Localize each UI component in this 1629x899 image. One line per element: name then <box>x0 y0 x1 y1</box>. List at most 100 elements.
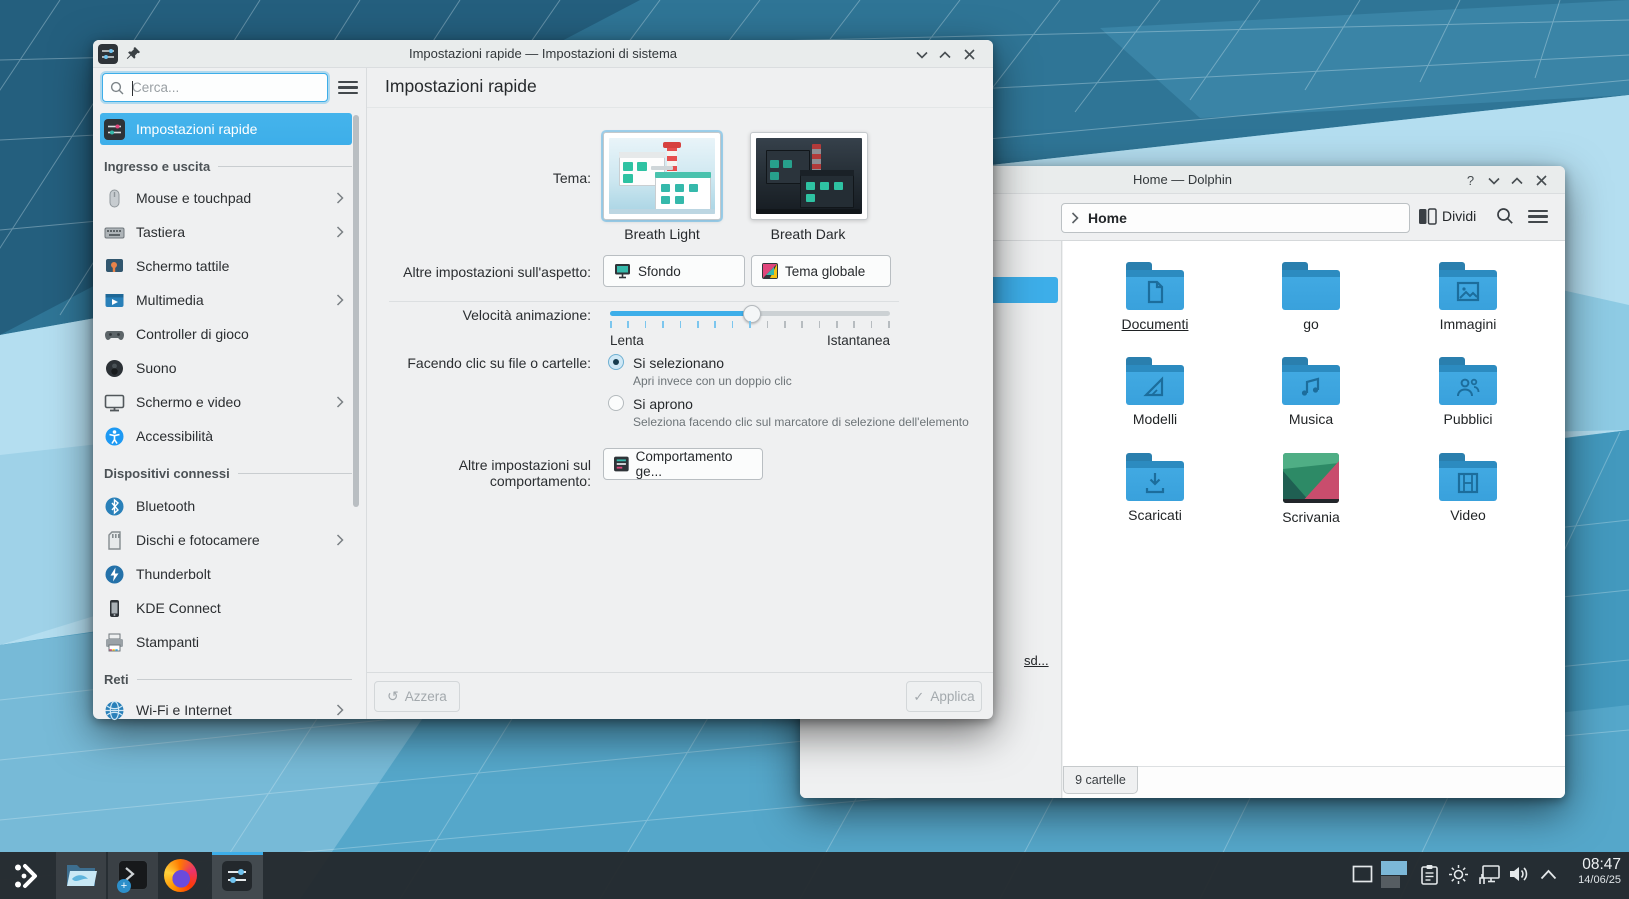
chevron-right-icon <box>336 704 344 716</box>
hamburger-menu-icon[interactable] <box>338 81 358 95</box>
wallpaper-icon <box>615 264 630 279</box>
volume-icon[interactable] <box>1508 864 1530 884</box>
breath-light-preview <box>609 138 715 214</box>
sidebar-section: Dispositivi connessi <box>104 466 352 481</box>
gamepad-icon <box>104 324 125 345</box>
task-konsole[interactable]: + <box>108 852 158 899</box>
sidebar-item-thunderbolt[interactable]: Thunderbolt <box>100 558 352 590</box>
sidebar-item-mouse[interactable]: Mouse e touchpad <box>100 182 352 214</box>
global-theme-button[interactable]: Tema globale <box>751 255 891 287</box>
apply-button[interactable]: ✓ Applica <box>906 681 982 712</box>
brightness-icon[interactable] <box>1448 864 1469 885</box>
sidebar-item-accessibilita[interactable]: Accessibilità <box>100 420 352 452</box>
wired-network-icon[interactable] <box>1478 864 1501 885</box>
folder-documents-icon <box>1126 262 1184 310</box>
close-button[interactable] <box>961 46 978 63</box>
sidebar-item-wifi[interactable]: Wi-Fi e Internet <box>100 694 352 726</box>
dolphin-file-manager-icon <box>67 865 97 886</box>
folder-item[interactable]: Scaricati <box>1090 453 1220 525</box>
task-dolphin[interactable] <box>56 852 106 899</box>
task-firefox[interactable] <box>164 859 197 892</box>
chevron-right-icon <box>336 192 344 204</box>
global-theme-icon <box>762 263 778 279</box>
breadcrumb[interactable]: Home <box>1061 203 1410 233</box>
split-button[interactable]: Dividi <box>1442 208 1476 224</box>
search-icon[interactable] <box>1496 207 1514 225</box>
folder-downloads-icon <box>1126 453 1184 501</box>
sidebar-item-suono[interactable]: Suono <box>100 352 352 384</box>
breath-dark-preview <box>756 138 862 214</box>
folder-plain-icon <box>1282 262 1340 310</box>
sidebar-item-schermo-video[interactable]: Schermo e video <box>100 386 352 418</box>
check-icon: ✓ <box>913 688 925 704</box>
image-glyph-icon <box>1456 281 1480 302</box>
radio-si-selezionano[interactable] <box>608 354 624 370</box>
search-field[interactable] <box>102 73 328 102</box>
wallpaper-settings-button[interactable]: Sfondo <box>603 255 745 287</box>
appearance-row-label: Altre impostazioni sull'aspetto: <box>403 264 591 280</box>
search-input[interactable] <box>130 79 310 96</box>
radio-open-label[interactable]: Si aprono <box>633 396 693 412</box>
folder-item[interactable]: Documenti <box>1090 262 1220 334</box>
document-glyph-icon <box>1147 280 1164 304</box>
touchscreen-icon <box>104 256 125 277</box>
app-launcher-icon[interactable] <box>12 861 42 891</box>
minimize-button[interactable] <box>913 46 930 63</box>
sidebar-section: Reti <box>104 672 352 687</box>
maximize-button[interactable] <box>936 46 953 63</box>
close-button[interactable] <box>1533 172 1550 189</box>
folder-item[interactable]: go <box>1246 262 1376 334</box>
theme-breath-light[interactable] <box>603 132 721 220</box>
digital-clock[interactable]: 08:47 14/06/25 <box>1578 856 1621 886</box>
header-divider <box>367 107 993 108</box>
sidebar-scrollbar[interactable] <box>353 115 359 507</box>
virtual-desktop-pager-icon[interactable] <box>1352 864 1373 884</box>
expand-tray-chevron-icon[interactable] <box>1540 869 1557 880</box>
sidebar-item-schermo-tattile[interactable]: Schermo tattile <box>100 250 352 282</box>
general-behavior-button[interactable]: Comportamento ge... <box>603 448 763 480</box>
sidebar-item-dischi[interactable]: Dischi e fotocamere <box>100 524 352 556</box>
thunderbolt-icon <box>104 564 125 585</box>
clipboard-icon[interactable] <box>1420 864 1439 886</box>
reset-button[interactable]: ↺ Azzera <box>374 681 460 712</box>
split-view-icon[interactable] <box>1418 208 1437 225</box>
monitor-icon <box>104 392 125 413</box>
quick-settings-icon <box>104 118 125 140</box>
active-desktop-pager-icon[interactable] <box>1381 860 1407 890</box>
minimize-button[interactable] <box>1485 172 1502 189</box>
theme-dark-label: Breath Dark <box>770 226 846 242</box>
task-system-settings[interactable] <box>212 852 263 899</box>
chevron-down-icon <box>915 51 928 59</box>
folder-item[interactable]: Video <box>1403 453 1533 525</box>
folder-public-icon <box>1439 357 1497 405</box>
folder-item[interactable]: Modelli <box>1090 357 1220 429</box>
theme-row-label: Tema: <box>552 170 591 186</box>
taskbar: + 08:47 14/06/25 <box>0 852 1629 899</box>
search-icon <box>110 81 124 94</box>
sidebar-item-stampanti[interactable]: Stampanti <box>100 626 352 658</box>
sidebar-item-bluetooth[interactable]: Bluetooth <box>100 490 352 522</box>
radio-si-aprono[interactable] <box>608 395 624 411</box>
hamburger-menu-icon[interactable] <box>1528 210 1548 224</box>
folder-item[interactable]: Scrivania <box>1246 453 1376 527</box>
sidebar-item-kde-connect[interactable]: KDE Connect <box>100 592 352 624</box>
breadcrumb-home[interactable]: Home <box>1088 210 1127 226</box>
folder-item[interactable]: Musica <box>1246 357 1376 429</box>
folder-images-icon <box>1439 262 1497 310</box>
settings-titlebar[interactable]: Impostazioni rapide — Impostazioni di si… <box>93 40 993 68</box>
theme-breath-dark[interactable] <box>750 132 868 220</box>
sidebar-item-tastiera[interactable]: Tastiera <box>100 216 352 248</box>
maximize-button[interactable] <box>1508 172 1525 189</box>
sidebar-item-impostazioni-rapide[interactable]: Impostazioni rapide <box>100 113 352 145</box>
undo-icon: ↺ <box>387 688 399 704</box>
film-glyph-icon <box>1457 472 1479 494</box>
radio-select-label[interactable]: Si selezionano <box>633 355 724 371</box>
help-button[interactable]: ? <box>1462 172 1479 189</box>
folder-item[interactable]: Immagini <box>1403 262 1533 334</box>
sidebar-item-controller[interactable]: Controller di gioco <box>100 318 352 350</box>
template-glyph-icon <box>1143 376 1164 397</box>
bluetooth-icon <box>104 496 125 517</box>
folder-item[interactable]: Pubblici <box>1403 357 1533 429</box>
sidebar-item-multimedia[interactable]: Multimedia <box>100 284 352 316</box>
places-item-truncated[interactable]: sd... <box>1024 653 1049 668</box>
